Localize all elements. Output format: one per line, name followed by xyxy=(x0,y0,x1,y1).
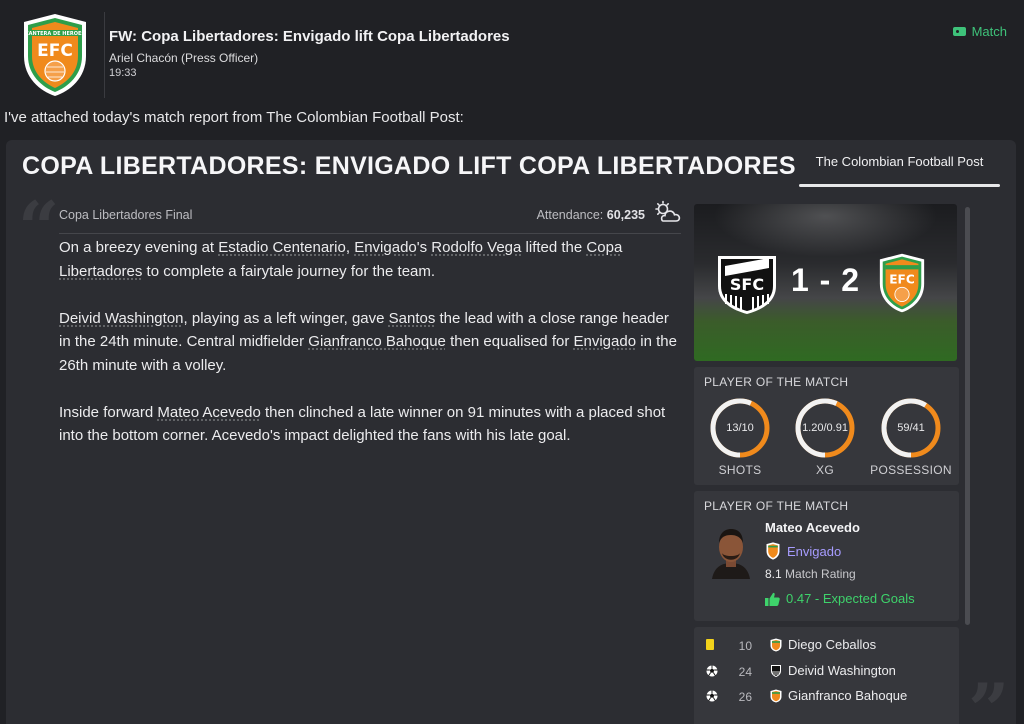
envigado-crest-icon xyxy=(770,689,782,703)
player-link[interactable]: Deivid Washington xyxy=(59,310,184,327)
yellow-card-icon xyxy=(706,639,714,650)
match-stats-card: PLAYER OF THE MATCH 13/10 SHOTS 1.20/0.91 X… xyxy=(694,367,959,485)
potm-rating-label: Match Rating xyxy=(785,567,856,581)
stat-caption: SHOTS xyxy=(718,463,762,477)
player-link[interactable]: Gianfranco Bahoque xyxy=(308,333,446,350)
paragraph-3: Inside forward Mateo Acevedo then clinch… xyxy=(59,403,666,445)
paragraph-1: On a breezy evening at Estadio Centenari… xyxy=(59,239,623,280)
potm-club-link[interactable]: Envigado xyxy=(765,542,841,560)
stats-card-label: PLAYER OF THE MATCH xyxy=(704,375,849,389)
crest-banner-text: CANTERA DE HEROES xyxy=(25,31,85,37)
player-link[interactable]: Mateo Acevedo xyxy=(157,404,260,421)
crest-letters: EFC xyxy=(37,41,73,61)
intro-text: I've attached today's match report from … xyxy=(4,109,464,126)
stat-value: 1.20/0.91 xyxy=(802,422,848,434)
envigado-crest-icon: CANTERA DE HEROES EFC xyxy=(24,14,86,96)
paragraph-2: Deivid Washington, playing as a left win… xyxy=(59,309,677,374)
event-minute: 24 xyxy=(738,664,752,679)
scrollbar[interactable] xyxy=(965,207,970,625)
potm-xg-text: 0.47 - Expected Goals xyxy=(786,591,915,606)
player-of-match-card[interactable]: PLAYER OF THE MATCH Mateo Acevedo Enviga… xyxy=(694,491,959,621)
player-avatar xyxy=(706,521,756,579)
potm-rating-value: 8.1 xyxy=(765,567,782,581)
potm-xg: 0.47 - Expected Goals xyxy=(765,591,915,606)
envigado-crest-icon xyxy=(766,542,780,560)
match-event-row[interactable]: 10 Diego Ceballos xyxy=(694,634,959,658)
venue-link[interactable]: Estadio Centenario xyxy=(218,239,346,256)
stat-value: 13/10 xyxy=(726,422,754,434)
potm-club-name: Envigado xyxy=(787,543,842,559)
manager-link[interactable]: Rodolfo Vega xyxy=(431,239,521,256)
match-event-row[interactable]: 24 Deivid Washington xyxy=(694,660,959,684)
club-link[interactable]: Envigado xyxy=(574,333,637,350)
article-panel: COPA LIBERTADORES: ENVIGADO LIFT COPA LI… xyxy=(6,140,1016,724)
crest-letters: EFC xyxy=(889,273,915,287)
message-header: CANTERA DE HEROES EFC FW: Copa Libertado… xyxy=(0,0,1024,100)
event-player[interactable]: Diego Ceballos xyxy=(788,637,876,652)
potm-player-name[interactable]: Mateo Acevedo xyxy=(765,520,860,535)
attendance-label: Attendance: xyxy=(536,208,604,222)
goal-ball-icon xyxy=(706,690,718,702)
thumbs-up-icon xyxy=(765,592,780,606)
open-quote-icon: “ xyxy=(18,185,60,270)
message-time: 19:33 xyxy=(109,67,137,79)
potm-rating: 8.1 Match Rating xyxy=(765,567,856,581)
article-body: On a breezy evening at Estadio Centenari… xyxy=(59,236,684,471)
event-player[interactable]: Gianfranco Bahoque xyxy=(788,688,907,703)
event-minute: 26 xyxy=(738,690,752,704)
match-link-label: Match xyxy=(971,24,1007,39)
article-meta-row: Copa Libertadores Final Attendance: 60,2… xyxy=(59,200,681,234)
match-event-row[interactable]: 26 Gianfranco Bahoque xyxy=(694,685,959,709)
stat-value: 59/41 xyxy=(897,422,925,434)
goal-ball-icon xyxy=(706,665,718,676)
competition-name: Copa Libertadores Final xyxy=(59,208,193,222)
club-link[interactable]: Santos xyxy=(389,310,436,327)
attendance-value: 60,235 xyxy=(606,208,645,222)
header-divider xyxy=(104,12,105,98)
event-player[interactable]: Deivid Washington xyxy=(788,663,896,678)
match-events-card: 10 Diego Ceballos 24 Deivid Washington 26 Gia… xyxy=(694,627,959,724)
source-tab[interactable]: The Colombian Football Post xyxy=(799,152,1000,187)
potm-card-label: PLAYER OF THE MATCH xyxy=(704,499,849,513)
envigado-crest-icon xyxy=(770,638,782,652)
attendance: Attendance: 60,235 xyxy=(537,208,645,222)
event-minute: 10 xyxy=(738,639,752,653)
close-quote-icon: ” xyxy=(968,667,1010,724)
match-link-button[interactable]: Match xyxy=(952,24,1007,39)
stat-caption: POSSESSION xyxy=(870,463,952,477)
club-link[interactable]: Envigado xyxy=(354,239,417,256)
message-author: Ariel Chacón (Press Officer) xyxy=(109,51,259,65)
envigado-crest-icon: EFC xyxy=(879,253,925,313)
article-headline: COPA LIBERTADORES: ENVIGADO LIFT COPA LI… xyxy=(22,152,796,180)
partly-cloudy-icon xyxy=(655,200,681,222)
message-title: FW: Copa Libertadores: Envigado lift Cop… xyxy=(109,28,510,45)
santos-crest-icon xyxy=(771,664,781,677)
match-score-card[interactable]: SFC 1 - 2 EFC xyxy=(694,204,957,361)
stat-caption: XG xyxy=(816,463,834,477)
ticket-icon xyxy=(952,27,966,36)
